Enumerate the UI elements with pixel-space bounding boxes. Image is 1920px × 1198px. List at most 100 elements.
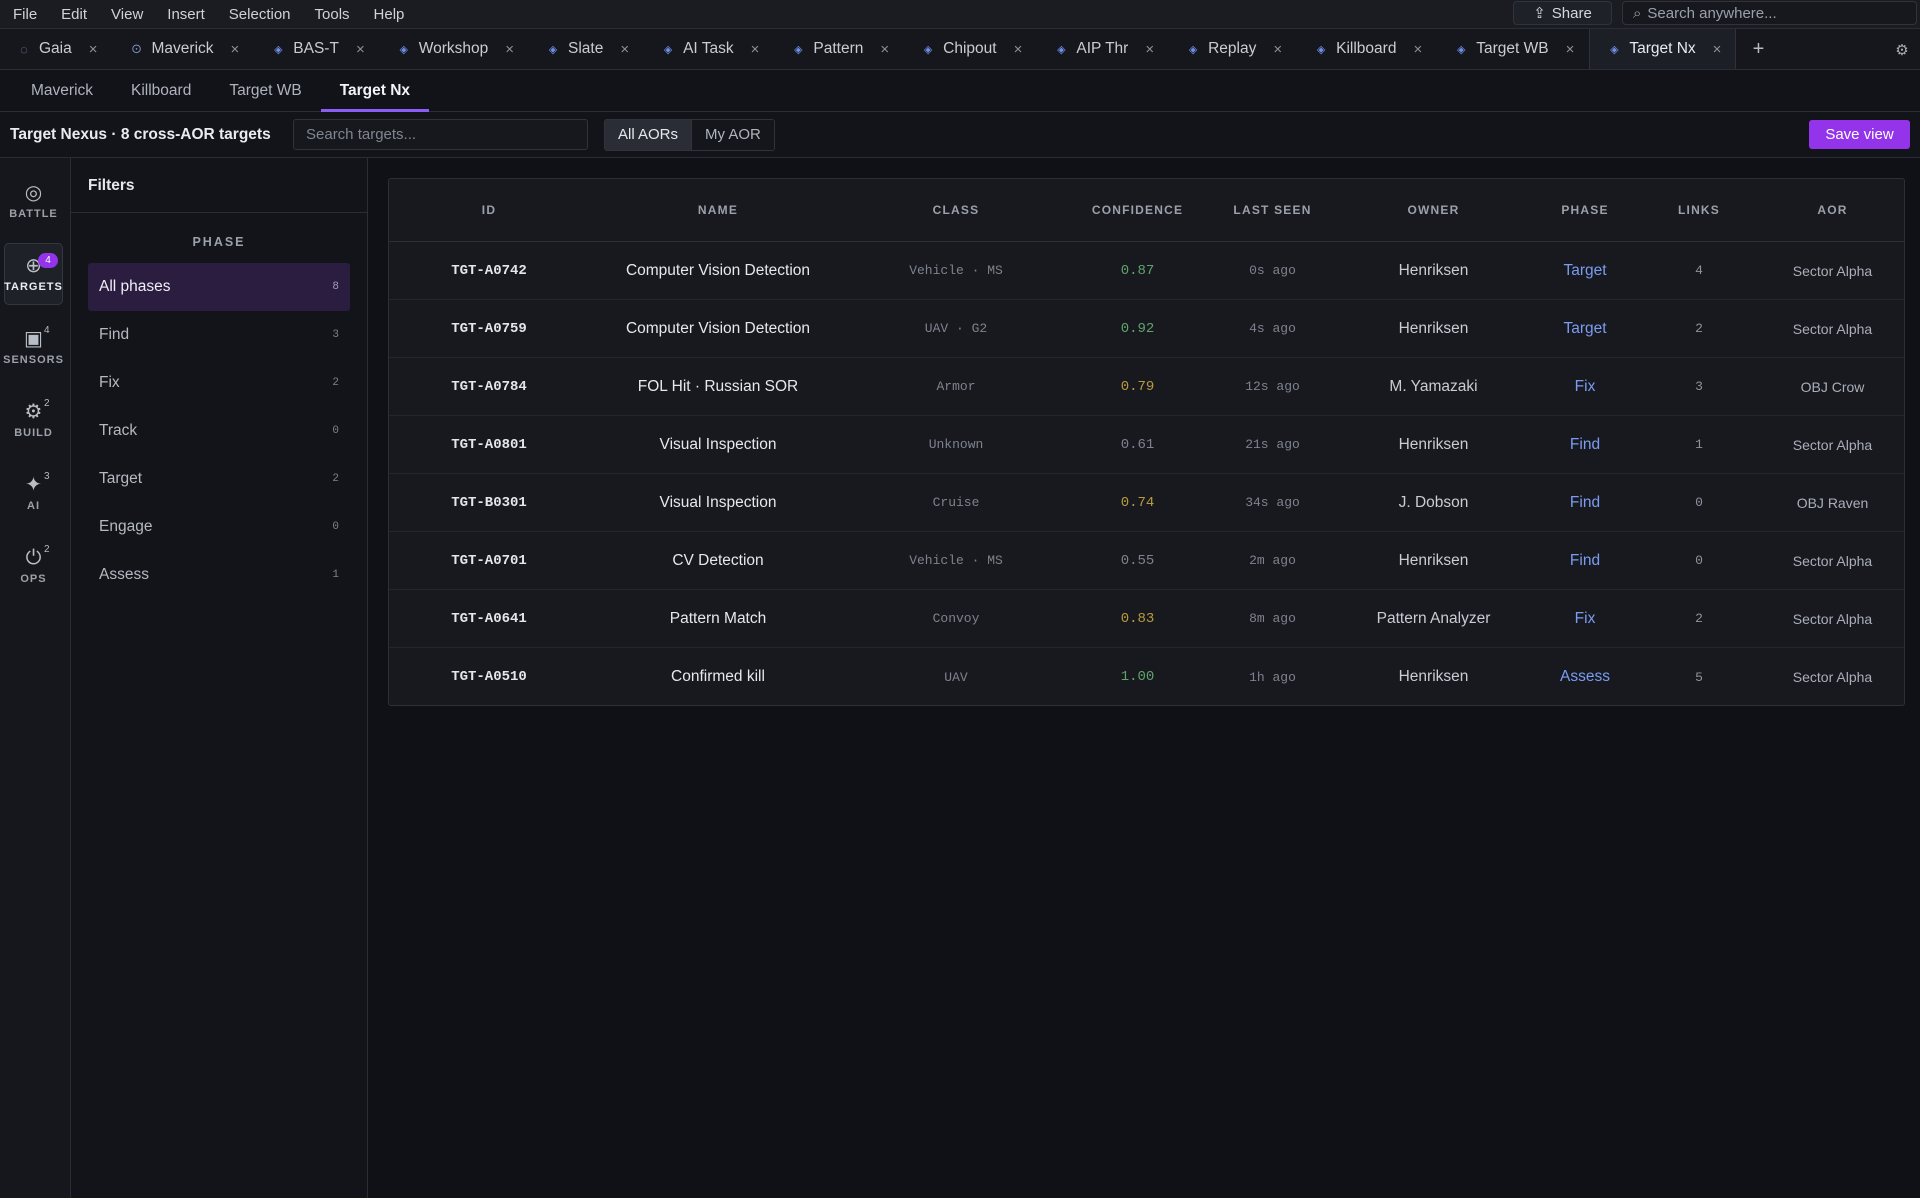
rail-item-targets[interactable]: ⊕ TARGETS 4 bbox=[4, 243, 63, 305]
owner-name: Henriksen bbox=[1398, 551, 1469, 569]
rail-item-battle[interactable]: ◎ BATTLE bbox=[4, 170, 63, 232]
confidence-value: 0.87 bbox=[1120, 262, 1155, 279]
doc-tab-label: AI Task bbox=[683, 40, 734, 57]
close-icon[interactable]: × bbox=[89, 41, 98, 58]
menu-selection[interactable]: Selection bbox=[217, 0, 303, 29]
table-row[interactable]: TGT-A0801 Visual Inspection Unknown 0.61 21s… bbox=[389, 416, 1904, 474]
column-header-name[interactable]: NAME bbox=[589, 179, 847, 241]
table-row[interactable]: TGT-A0510 Confirmed kill UAV 1.00 1h ago Henr… bbox=[389, 648, 1904, 705]
sub-tab-target-wb[interactable]: Target WB bbox=[210, 70, 320, 111]
doc-tab-slate[interactable]: ◈ Slate × bbox=[529, 29, 644, 69]
rail-item-build[interactable]: ⚙ BUILD 2 bbox=[4, 389, 63, 451]
global-search-input[interactable] bbox=[1647, 4, 1898, 22]
phase-link[interactable]: Target bbox=[1532, 300, 1638, 357]
sub-tab-killboard[interactable]: Killboard bbox=[112, 70, 210, 111]
phase-filter-find[interactable]: Find 3 bbox=[88, 311, 350, 359]
phase-link[interactable]: Target bbox=[1532, 242, 1638, 299]
menu-insert[interactable]: Insert bbox=[155, 0, 217, 29]
phase-filter-assess[interactable]: Assess 1 bbox=[88, 551, 350, 599]
doc-tab-workshop[interactable]: ◈ Workshop × bbox=[380, 29, 529, 69]
phase-link[interactable]: Find bbox=[1532, 532, 1638, 589]
close-icon[interactable]: × bbox=[880, 41, 889, 58]
close-icon[interactable]: × bbox=[1413, 41, 1422, 58]
doc-tab-label: Killboard bbox=[1336, 40, 1397, 57]
owner-name: Henriksen bbox=[1398, 435, 1469, 453]
phase-filter-all-phases[interactable]: All phases 8 bbox=[88, 263, 350, 311]
phase-link[interactable]: Assess bbox=[1532, 648, 1638, 705]
menu-tools[interactable]: Tools bbox=[303, 0, 362, 29]
sub-tab-target-nx[interactable]: Target Nx bbox=[320, 70, 430, 112]
my-aor-button[interactable]: My AOR bbox=[691, 120, 774, 150]
column-header-class[interactable]: CLASS bbox=[847, 179, 1065, 241]
diamond-icon: ◈ bbox=[794, 43, 803, 56]
column-header-last-seen[interactable]: LAST SEEN bbox=[1210, 179, 1335, 241]
menu-help[interactable]: Help bbox=[362, 0, 417, 29]
close-icon[interactable]: × bbox=[505, 41, 514, 58]
aor-name: OBJ Raven bbox=[1796, 494, 1869, 511]
save-view-button[interactable]: Save view bbox=[1809, 120, 1910, 149]
close-icon[interactable]: × bbox=[751, 41, 760, 58]
doc-tab-label: Target Nx bbox=[1629, 40, 1696, 57]
share-button[interactable]: ⇪ Share bbox=[1513, 1, 1612, 25]
diamond-icon: ◈ bbox=[1316, 43, 1326, 56]
aor-toggle: All AORs My AOR bbox=[604, 119, 775, 151]
close-icon[interactable]: × bbox=[1145, 41, 1154, 58]
phase-filter-target[interactable]: Target 2 bbox=[88, 455, 350, 503]
phase-filter-fix[interactable]: Fix 2 bbox=[88, 359, 350, 407]
doc-tab-gaia[interactable]: ◌ Gaia × bbox=[0, 29, 113, 69]
doc-tab-target-nx[interactable]: ◈ Target Nx × bbox=[1589, 29, 1737, 69]
doc-tab-pattern[interactable]: ◈ Pattern × bbox=[774, 29, 904, 69]
doc-tab-bas-t[interactable]: ◈ BAS-T × bbox=[254, 29, 379, 69]
gear-icon[interactable]: ⚙ bbox=[1888, 29, 1916, 70]
close-icon[interactable]: × bbox=[356, 41, 365, 58]
rail-label: BUILD bbox=[14, 427, 53, 439]
doc-tab-label: Gaia bbox=[39, 40, 72, 57]
phase-link[interactable]: Find bbox=[1532, 416, 1638, 473]
table-row[interactable]: TGT-A0784 FOL Hit · Russian SOR Armor 0.79 1… bbox=[389, 358, 1904, 416]
table-row[interactable]: TGT-A0759 Computer Vision Detection UAV · … bbox=[389, 300, 1904, 358]
rail-item-ops[interactable]: ⏻ OPS 2 bbox=[4, 535, 63, 597]
phase-link[interactable]: Fix bbox=[1532, 590, 1638, 647]
menu-view[interactable]: View bbox=[99, 0, 155, 29]
column-header-confidence[interactable]: CONFIDENCE bbox=[1065, 179, 1210, 241]
close-icon[interactable]: × bbox=[1014, 41, 1023, 58]
phase-link[interactable]: Find bbox=[1532, 474, 1638, 531]
close-icon[interactable]: × bbox=[1713, 41, 1722, 58]
phase-filter-engage[interactable]: Engage 0 bbox=[88, 503, 350, 551]
column-header-id[interactable]: ID bbox=[389, 179, 589, 241]
doc-tab-chipout[interactable]: ◈ Chipout × bbox=[904, 29, 1037, 69]
rail-item-sensors[interactable]: ▣ SENSORS 4 bbox=[3, 316, 64, 378]
phase-link[interactable]: Fix bbox=[1532, 358, 1638, 415]
phase-filter-track[interactable]: Track 0 bbox=[88, 407, 350, 455]
doc-tab-aip-thr[interactable]: ◈ AIP Thr × bbox=[1037, 29, 1169, 69]
owner-name: J. Dobson bbox=[1398, 493, 1469, 511]
column-header-phase[interactable]: PHASE bbox=[1532, 179, 1638, 241]
close-icon[interactable]: × bbox=[231, 41, 240, 58]
all-aors-button[interactable]: All AORs bbox=[605, 120, 692, 150]
add-tab-icon[interactable]: + bbox=[1736, 29, 1780, 69]
column-header-links[interactable]: LINKS bbox=[1638, 179, 1760, 241]
table-row[interactable]: TGT-A0701 CV Detection Vehicle · MS 0.55 2m … bbox=[389, 532, 1904, 590]
table-row[interactable]: TGT-A0742 Computer Vision Detection Vehicl… bbox=[389, 242, 1904, 300]
close-icon[interactable]: × bbox=[1273, 41, 1282, 58]
close-icon[interactable]: × bbox=[1566, 41, 1575, 58]
doc-tab-replay[interactable]: ◈ Replay × bbox=[1169, 29, 1297, 69]
close-icon[interactable]: × bbox=[620, 41, 629, 58]
target-search-input[interactable] bbox=[306, 126, 575, 143]
doc-tab-target-wb[interactable]: ◈ Target WB × bbox=[1437, 29, 1589, 69]
table-row[interactable]: TGT-A0641 Pattern Match Convoy 0.83 8m ago Pa… bbox=[389, 590, 1904, 648]
target-search[interactable] bbox=[293, 119, 588, 150]
global-search[interactable]: ⌕ bbox=[1622, 1, 1917, 25]
rail-item-ai[interactable]: ✦ AI 3 bbox=[4, 462, 63, 524]
doc-tab-killboard[interactable]: ◈ Killboard × bbox=[1297, 29, 1437, 69]
column-header-owner[interactable]: OWNER bbox=[1335, 179, 1532, 241]
table-row[interactable]: TGT-B0301 Visual Inspection Cruise 0.74 34s … bbox=[389, 474, 1904, 532]
doc-tab-ai-task[interactable]: ◈ AI Task × bbox=[644, 29, 774, 69]
doc-tab-maverick[interactable]: ⊙ Maverick × bbox=[113, 29, 255, 69]
column-header-aor[interactable]: AOR bbox=[1760, 179, 1904, 241]
sub-tab-maverick[interactable]: Maverick bbox=[12, 70, 112, 111]
menu-file[interactable]: File bbox=[0, 0, 49, 29]
menu-edit[interactable]: Edit bbox=[49, 0, 99, 29]
rail-label: SENSORS bbox=[3, 354, 64, 366]
menu-bar: File Edit View Insert Selection Tools He… bbox=[0, 0, 1920, 29]
